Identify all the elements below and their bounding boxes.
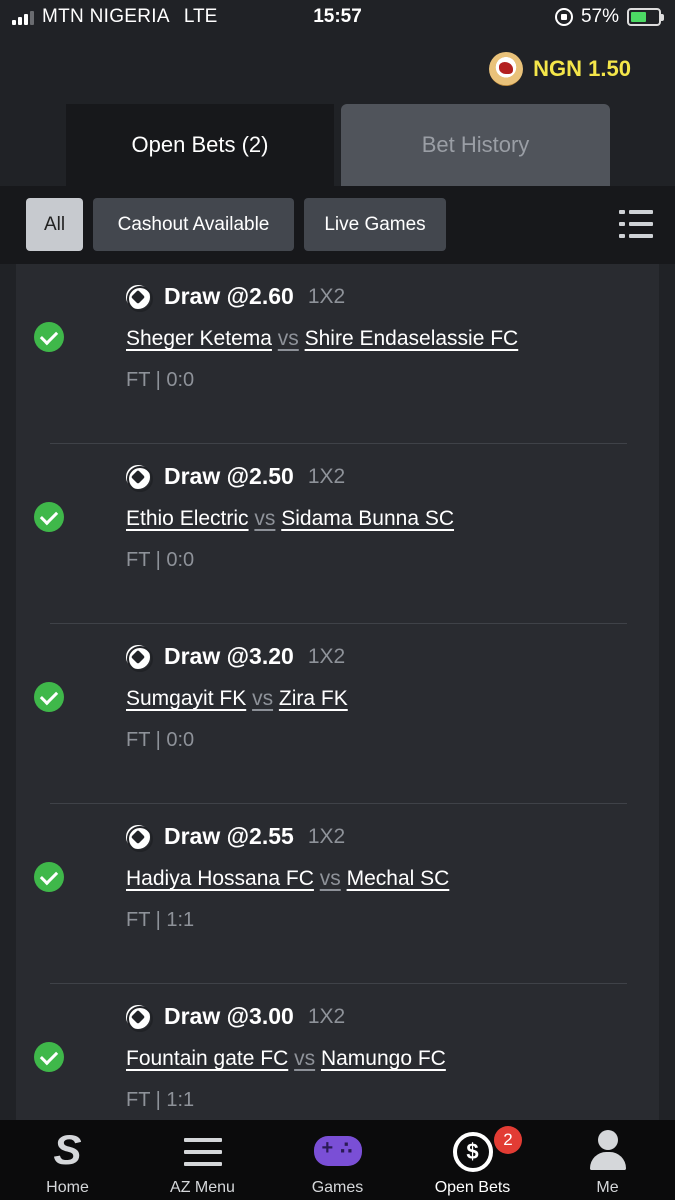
bet-list: Draw @2.60 1X2 Sheger Ketema vs Shire En…: [16, 264, 659, 1120]
bet-pick: Draw @3.20: [164, 643, 294, 669]
bet-market: 1X2: [307, 464, 346, 488]
vs-label: vs: [294, 1047, 316, 1070]
nav-az-menu[interactable]: AZ Menu: [135, 1120, 270, 1200]
tab-open-bets[interactable]: Open Bets (2): [66, 104, 334, 186]
menu-icon: [183, 1138, 222, 1166]
bet-item[interactable]: Draw @2.50 1X2 Ethio Electric vs Sidama …: [16, 444, 659, 624]
bet-market: 1X2: [307, 284, 346, 308]
tab-bet-history[interactable]: Bet History: [341, 104, 610, 186]
check-icon: [34, 322, 64, 352]
check-icon: [34, 502, 64, 532]
account-balance[interactable]: NGN 1.50: [489, 52, 631, 86]
bet-pick: Draw @3.00: [164, 1003, 294, 1029]
list-view-icon[interactable]: [619, 208, 653, 240]
bet-item[interactable]: Draw @2.55 1X2 Hadiya Hossana FC vs Mech…: [16, 804, 659, 984]
match-link[interactable]: Ethio Electric vs Sidama Bunna SC: [126, 507, 454, 531]
match-link[interactable]: Hadiya Hossana FC vs Mechal SC: [126, 867, 449, 891]
home-team: Hadiya Hossana FC: [126, 867, 314, 890]
vs-label: vs: [254, 507, 276, 530]
battery-icon: [627, 8, 664, 26]
home-team: Ethio Electric: [126, 507, 249, 530]
match-status: FT | 1:1: [126, 909, 195, 931]
soccer-ball-icon: [126, 284, 153, 312]
nav-home[interactable]: S Home: [0, 1120, 135, 1200]
nav-me[interactable]: Me: [540, 1120, 675, 1200]
away-team: Sidama Bunna SC: [281, 507, 455, 530]
nav-open-bets[interactable]: $ 2 Open Bets: [405, 1120, 540, 1200]
home-team: Sumgayit FK: [126, 687, 247, 710]
bet-item[interactable]: Draw @3.20 1X2 Sumgayit FK vs Zira FK FT…: [16, 624, 659, 804]
profile-icon: [588, 1130, 628, 1172]
filter-bar: All Cashout Available Live Games: [0, 186, 675, 264]
bet-market: 1X2: [307, 644, 346, 668]
away-team: Mechal SC: [346, 867, 450, 890]
nav-label: AZ Menu: [170, 1179, 235, 1196]
nav-label: Games: [311, 1179, 364, 1196]
soccer-ball-icon: [126, 464, 153, 492]
away-team: Zira FK: [278, 687, 348, 710]
bottom-navigation: S Home AZ Menu Games $ 2 Open Bets Me: [0, 1120, 675, 1200]
nav-games[interactable]: Games: [270, 1120, 405, 1200]
soccer-ball-icon: [126, 644, 153, 672]
bet-market: 1X2: [307, 1004, 346, 1028]
filter-cashout-button[interactable]: Cashout Available: [93, 198, 294, 251]
match-status: FT | 0:0: [126, 369, 195, 391]
bet-item[interactable]: Draw @2.60 1X2 Sheger Ketema vs Shire En…: [16, 264, 659, 444]
bet-pick: Draw @2.50: [164, 463, 294, 489]
battery-percent: 57%: [580, 6, 619, 27]
check-icon: [34, 862, 64, 892]
open-bets-badge: 2: [494, 1126, 522, 1154]
match-link[interactable]: Sumgayit FK vs Zira FK: [126, 687, 348, 711]
vs-label: vs: [252, 687, 274, 710]
away-team: Shire Endaselassie FC: [304, 327, 519, 350]
match-link[interactable]: Sheger Ketema vs Shire Endaselassie FC: [126, 327, 518, 351]
bet-market: 1X2: [307, 824, 346, 848]
status-bar: MTN NIGERIA LTE 15:57 57%: [0, 0, 675, 36]
home-team: Fountain gate FC: [126, 1047, 289, 1070]
gamepad-icon: [313, 1136, 362, 1166]
filter-all-button[interactable]: All: [26, 198, 83, 251]
match-link[interactable]: Fountain gate FC vs Namungo FC: [126, 1047, 446, 1071]
home-team: Sheger Ketema: [126, 327, 272, 350]
nav-label: Home: [46, 1179, 89, 1196]
rotation-lock-icon: [554, 8, 573, 26]
match-status: FT | 0:0: [126, 549, 195, 571]
open-bets-icon: $: [452, 1132, 493, 1172]
bet-pick: Draw @2.60: [164, 283, 294, 309]
nav-label: Open Bets: [434, 1179, 511, 1196]
match-status: FT | 1:1: [126, 1089, 195, 1111]
match-status: FT | 0:0: [126, 729, 195, 751]
currency-logo-icon: [489, 52, 524, 86]
bet-item[interactable]: Draw @3.00 1X2 Fountain gate FC vs Namun…: [16, 984, 659, 1120]
soccer-ball-icon: [126, 1004, 153, 1032]
bet-pick: Draw @2.55: [164, 823, 294, 849]
check-icon: [34, 1042, 64, 1072]
check-icon: [34, 682, 64, 712]
nav-label: Me: [596, 1179, 619, 1196]
away-team: Namungo FC: [320, 1047, 446, 1070]
soccer-ball-icon: [126, 824, 153, 852]
vs-label: vs: [277, 327, 299, 350]
home-icon: S: [53, 1126, 82, 1173]
vs-label: vs: [319, 867, 341, 890]
balance-amount: NGN 1.50: [533, 56, 631, 81]
filter-live-games-button[interactable]: Live Games: [304, 198, 446, 251]
